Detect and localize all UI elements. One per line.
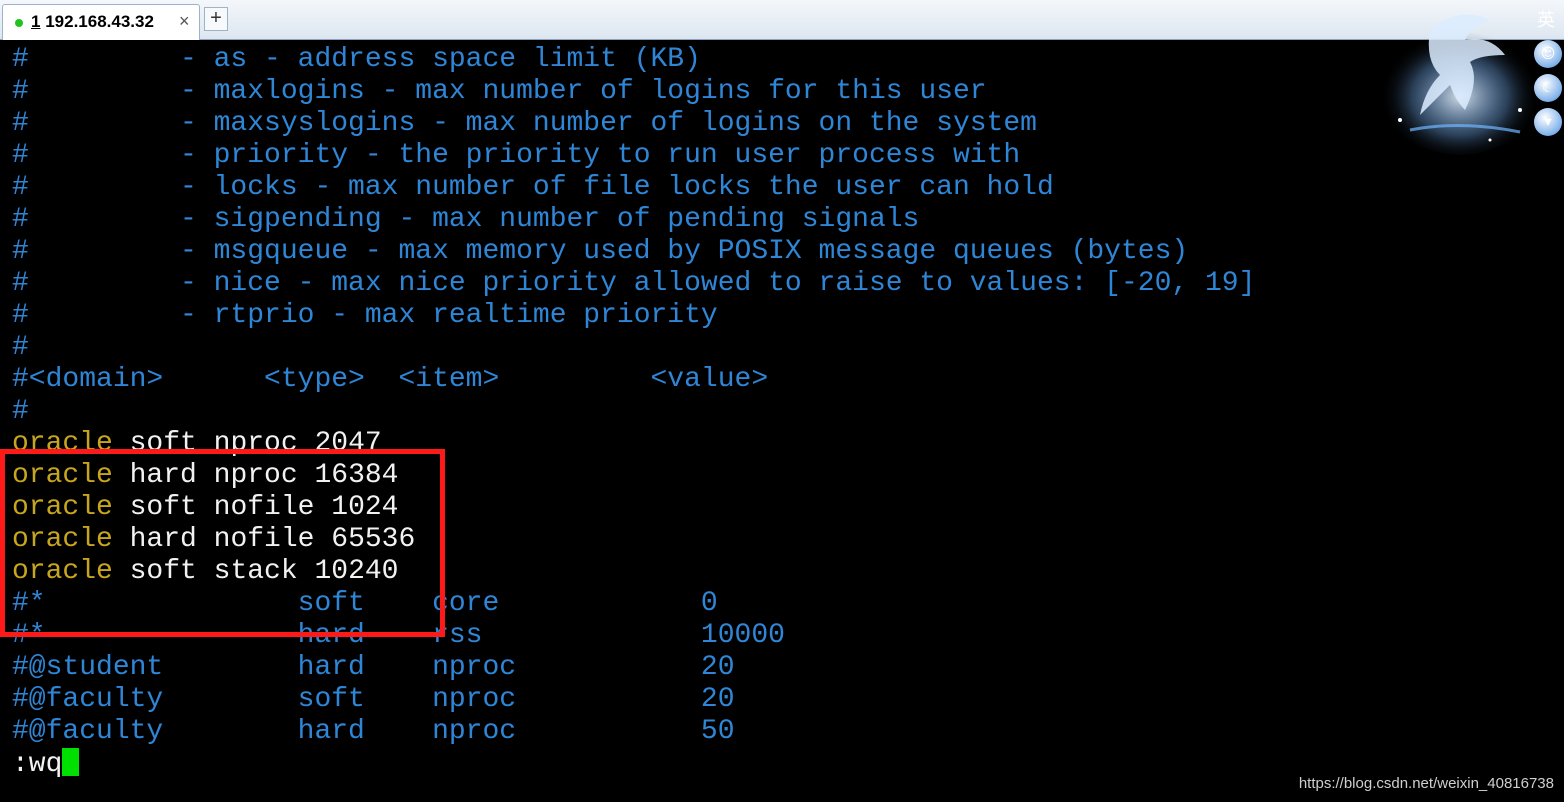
highlight-box	[0, 449, 445, 637]
terminal-line: #@faculty hard nproc 50	[12, 716, 735, 748]
terminal-text: # - locks - max number of file locks the…	[12, 172, 1054, 203]
session-tab[interactable]: 1 192.168.43.32 ×	[2, 4, 200, 40]
skin-button-2[interactable]: ▾	[1534, 108, 1562, 136]
terminal-text: # - msgqueue - max memory used by POSIX …	[12, 236, 1189, 267]
night-mode-button[interactable]: ☾	[1534, 74, 1562, 102]
text-cursor	[62, 748, 80, 776]
terminal-text: #@faculty hard nproc 50	[12, 716, 735, 747]
command-text: :wq	[12, 749, 63, 780]
terminal-text: # - maxlogins - max number of logins for…	[12, 76, 987, 107]
terminal-line: #	[12, 396, 29, 428]
close-tab-icon[interactable]: ×	[179, 11, 190, 32]
terminal-line: #@faculty soft nproc 20	[12, 684, 735, 716]
terminal-text: #	[12, 396, 29, 427]
tab-bar: 1 192.168.43.32 × +	[0, 0, 1564, 40]
tab-host: 192.168.43.32	[45, 12, 154, 31]
skin-button-1[interactable]: ☺	[1534, 40, 1562, 68]
terminal-text: #@student hard nproc 20	[12, 652, 735, 683]
terminal-text: #@faculty soft nproc 20	[12, 684, 735, 715]
terminal-line: # - msgqueue - max memory used by POSIX …	[12, 236, 1188, 268]
terminal-text: # - rtprio - max realtime priority	[12, 300, 718, 331]
terminal-line: # - priority - the priority to run user …	[12, 140, 1020, 172]
ime-indicator[interactable]: 英	[1537, 6, 1555, 32]
terminal-line: # - sigpending - max number of pending s…	[12, 204, 919, 236]
watermark: https://blog.csdn.net/weixin_40816738	[1298, 775, 1554, 792]
terminal-text: # - priority - the priority to run user …	[12, 140, 1021, 171]
terminal-text: # - maxsyslogins - max number of logins …	[12, 108, 1037, 139]
terminal-window[interactable]: # - as - address space limit (KB) # - max…	[0, 40, 1564, 802]
terminal-line: # - maxlogins - max number of logins for…	[12, 76, 987, 108]
connected-status-icon	[15, 19, 23, 27]
terminal-text: # - nice - max nice priority allowed to …	[12, 268, 1256, 299]
command-line[interactable]: :wq	[12, 748, 80, 780]
terminal-line: # - maxsyslogins - max number of logins …	[12, 108, 1037, 140]
terminal-text: #<domain> <type> <item> <value>	[12, 364, 769, 395]
tab-index: 1	[31, 12, 41, 31]
tab-title: 1 192.168.43.32	[31, 12, 154, 32]
terminal-line: #	[12, 332, 29, 364]
terminal-line: # - rtprio - max realtime priority	[12, 300, 718, 332]
new-tab-button[interactable]: +	[204, 7, 228, 31]
terminal-line: #<domain> <type> <item> <value>	[12, 364, 768, 396]
terminal-text: # - as - address space limit (KB)	[12, 44, 701, 75]
terminal-line: #@student hard nproc 20	[12, 652, 735, 684]
terminal-line: # - nice - max nice priority allowed to …	[12, 268, 1255, 300]
terminal-text: #	[12, 332, 29, 363]
terminal-text: # - sigpending - max number of pending s…	[12, 204, 920, 235]
terminal-line: # - locks - max number of file locks the…	[12, 172, 1054, 204]
terminal-line: # - as - address space limit (KB)	[12, 44, 701, 76]
